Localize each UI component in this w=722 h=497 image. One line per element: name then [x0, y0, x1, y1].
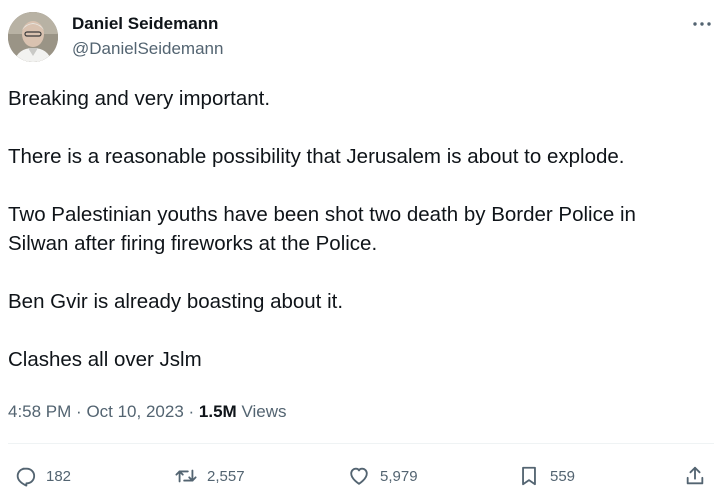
bookmark-icon	[522, 466, 536, 486]
tweet-meta: 4:58 PM · Oct 10, 2023 · 1.5M Views	[8, 400, 286, 424]
tweet-paragraph: Breaking and very important.	[8, 87, 271, 110]
like-count: 5,979	[380, 467, 418, 485]
like-button[interactable]: 5,979	[348, 462, 418, 490]
reply-count: 182	[46, 467, 72, 485]
share-button[interactable]	[684, 462, 706, 490]
meta-separator: ·	[188, 402, 199, 421]
more-horizontal-icon[interactable]	[690, 12, 714, 36]
meta-separator: ·	[76, 402, 87, 421]
repost-count: 2,557	[207, 467, 245, 485]
tweet-paragraph: Ben Gvir is already boasting about it.	[8, 290, 344, 313]
tweet-paragraph: Two Palestinian youths have been shot tw…	[8, 203, 636, 255]
repost-icon	[175, 469, 197, 483]
reply-icon	[16, 467, 36, 487]
author-handle[interactable]: @DanielSeidemann	[72, 38, 223, 60]
bookmark-button[interactable]: 559	[518, 462, 575, 490]
reply-button[interactable]: 182	[14, 462, 71, 490]
avatar[interactable]	[8, 12, 58, 62]
bookmark-count: 559	[550, 467, 576, 485]
views-count: 1.5M	[198, 402, 237, 421]
views-label: Views	[241, 402, 287, 421]
avatar-image	[8, 12, 58, 62]
repost-button[interactable]: 2,557	[175, 462, 245, 490]
divider	[8, 443, 714, 444]
tweet-date[interactable]: Oct 10, 2023	[86, 402, 183, 421]
author-name[interactable]: Daniel Seidemann	[72, 13, 218, 35]
tweet-paragraph: Clashes all over Jslm	[8, 348, 202, 371]
tweet: Daniel Seidemann @DanielSeidemann Breaki…	[0, 0, 722, 497]
tweet-text: Breaking and very important. There is a …	[8, 84, 708, 403]
heart-icon	[350, 467, 368, 485]
tweet-paragraph: There is a reasonable possibility that J…	[8, 145, 625, 168]
share-icon	[686, 466, 704, 485]
tweet-time[interactable]: 4:58 PM	[8, 402, 71, 421]
